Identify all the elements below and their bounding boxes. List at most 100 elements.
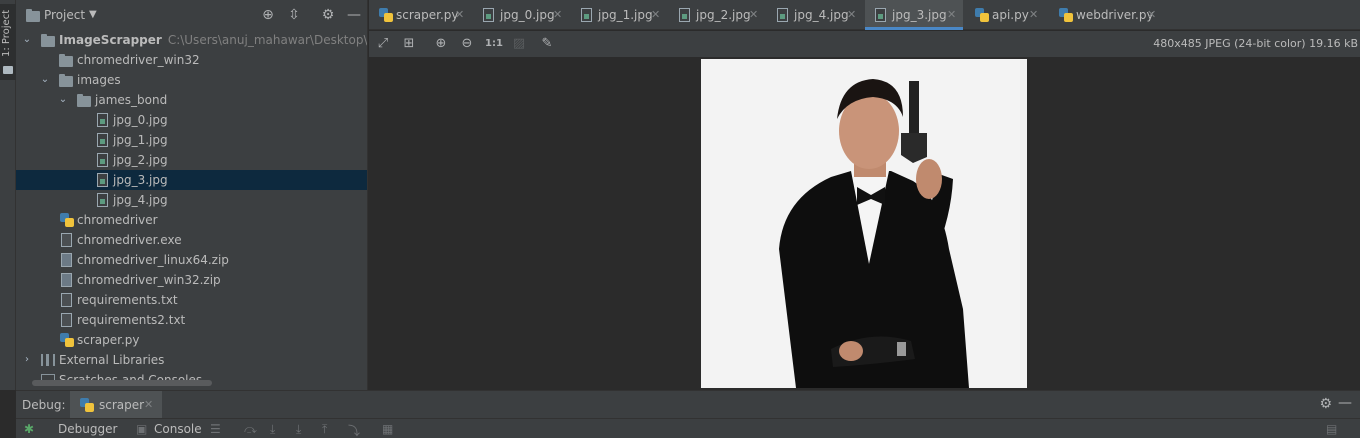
tab-label: scraper.py — [396, 8, 459, 22]
chevron-down-icon[interactable]: ▼ — [89, 9, 97, 20]
step-over-icon[interactable]: ⤼ — [244, 422, 257, 437]
console-icon: ▣ — [136, 422, 148, 436]
tree-item-label: External Libraries — [59, 353, 165, 367]
tree-item-label: chromedriver_linux64.zip — [77, 253, 229, 267]
tree-item-requirements2-txt[interactable]: requirements2.txt — [16, 310, 367, 330]
tree-item-label: jpg_3.jpg — [113, 173, 168, 187]
zoom-out-icon[interactable]: ⊖ — [459, 36, 475, 52]
tree-item-label: jpg_1.jpg — [113, 133, 168, 147]
tab-jpg-3[interactable]: jpg_3.jpg ✕ — [865, 0, 963, 30]
zip-file-icon — [61, 253, 72, 267]
tree-item-label: james_bond — [95, 93, 168, 107]
project-panel-header: Project ▼ ⊕ ⇳ ⚙ — — [16, 0, 367, 32]
tab-console[interactable]: Console — [154, 422, 202, 436]
close-icon[interactable]: ✕ — [455, 0, 464, 30]
tree-item-jpg-0[interactable]: jpg_0.jpg — [16, 110, 367, 130]
tree-item-jpg-2[interactable]: jpg_2.jpg — [16, 150, 367, 170]
chevron-down-icon[interactable]: ⌄ — [58, 90, 68, 110]
image-file-icon — [97, 133, 108, 147]
gear-icon[interactable]: ⚙ — [320, 7, 336, 23]
run-to-cursor-icon[interactable]: ⤵ — [348, 422, 360, 438]
minimize-icon[interactable]: — — [1338, 395, 1352, 411]
image-file-icon — [97, 153, 108, 167]
project-tool-window-label: 1: Project — [1, 10, 12, 58]
tree-item-jpg-4[interactable]: jpg_4.jpg — [16, 190, 367, 210]
tab-jpg-2[interactable]: jpg_2.jpg ✕ — [669, 0, 765, 30]
locate-icon[interactable]: ⊕ — [260, 7, 276, 23]
minimize-icon[interactable]: — — [346, 7, 362, 23]
background-icon[interactable]: ▨ — [511, 36, 527, 52]
tree-item-requirements-txt[interactable]: requirements.txt — [16, 290, 367, 310]
tab-debugger[interactable]: Debugger — [58, 422, 117, 436]
tab-webdriver-py[interactable]: webdriver.py ✕ — [1049, 0, 1161, 30]
chevron-right-icon[interactable]: › — [22, 350, 32, 370]
evaluate-icon[interactable]: ▦ — [382, 422, 393, 436]
close-icon[interactable]: ✕ — [847, 0, 856, 30]
bug-icon[interactable]: ✱ — [24, 422, 34, 436]
close-icon[interactable]: ✕ — [553, 0, 562, 30]
tab-jpg-0[interactable]: jpg_0.jpg ✕ — [473, 0, 569, 30]
close-icon[interactable]: ✕ — [651, 0, 660, 30]
close-icon[interactable]: ✕ — [1029, 0, 1038, 30]
tree-item-label: chromedriver_win32 — [77, 53, 200, 67]
menu-icon[interactable]: ☰ — [210, 422, 221, 436]
tree-item-label: chromedriver — [77, 213, 158, 227]
tab-jpg-1[interactable]: jpg_1.jpg ✕ — [571, 0, 667, 30]
tree-item-scraper-py[interactable]: scraper.py — [16, 330, 367, 350]
tree-item-jpg-1[interactable]: jpg_1.jpg — [16, 130, 367, 150]
python-file-icon — [60, 333, 74, 347]
tab-api-py[interactable]: api.py ✕ — [965, 0, 1045, 30]
tree-item-label: jpg_4.jpg — [113, 193, 168, 207]
close-icon[interactable]: ✕ — [947, 0, 956, 30]
debug-session-tab-scraper[interactable]: scraper ✕ — [70, 391, 162, 419]
project-path-hint: C:\Users\anuj_mahawar\Desktop\Python — [167, 33, 368, 47]
tab-scraper-py[interactable]: scraper.py ✕ — [369, 0, 469, 30]
tree-item-chromedriver[interactable]: chromedriver — [16, 210, 367, 230]
force-step-into-icon[interactable]: ⤓ — [296, 422, 301, 437]
python-file-icon — [80, 398, 94, 412]
tree-item-james-bond[interactable]: ⌄ james_bond — [16, 90, 367, 110]
grid-icon[interactable]: ⊞ — [401, 36, 417, 52]
tree-item-images[interactable]: ⌄ images — [16, 70, 367, 90]
image-file-icon — [875, 8, 886, 22]
tree-item-label: jpg_2.jpg — [113, 153, 168, 167]
chevron-down-icon[interactable]: ⌄ — [40, 70, 50, 90]
color-picker-icon[interactable]: ✎ — [539, 36, 555, 52]
folder-icon — [26, 9, 40, 22]
python-file-icon — [60, 213, 74, 227]
text-file-icon — [61, 313, 72, 327]
tree-item-label: requirements.txt — [77, 293, 178, 307]
image-file-icon — [777, 8, 788, 22]
tab-jpg-4[interactable]: jpg_4.jpg ✕ — [767, 0, 863, 30]
project-view-selector[interactable]: Project — [44, 8, 85, 22]
library-icon — [41, 354, 55, 366]
gear-icon[interactable]: ⚙ — [1319, 396, 1332, 412]
tree-item-jpg-3[interactable]: jpg_3.jpg — [16, 170, 367, 190]
collapse-all-icon[interactable]: ⇳ — [286, 7, 302, 23]
close-icon[interactable]: ✕ — [144, 398, 153, 411]
close-icon[interactable]: ✕ — [1147, 0, 1156, 30]
image-viewer-toolbar: ⤢ ⊞ ⊕ ⊖ 1:1 ▨ ✎ 480x485 JPEG (24-bit col… — [369, 31, 1360, 57]
tree-item-chromedriver-win32[interactable]: chromedriver_win32 — [16, 50, 367, 70]
chevron-down-icon[interactable]: ⌄ — [22, 30, 32, 50]
tab-label: jpg_4.jpg — [794, 8, 849, 22]
tree-item-chromedriver-win32-zip[interactable]: chromedriver_win32.zip — [16, 270, 367, 290]
step-into-icon[interactable]: ⤓ — [270, 422, 275, 437]
layout-icon[interactable]: ▤ — [1326, 422, 1337, 436]
folder-icon — [77, 94, 91, 107]
tab-label: jpg_1.jpg — [598, 8, 653, 22]
tree-item-imagescrapper[interactable]: ⌄ ImageScrapper C:\Users\anuj_mahawar\Des… — [16, 30, 368, 50]
zoom-in-icon[interactable]: ⊕ — [433, 36, 449, 52]
fit-to-window-icon[interactable]: ⤢ — [375, 36, 391, 52]
close-icon[interactable]: ✕ — [749, 0, 758, 30]
tree-item-external-libraries[interactable]: › External Libraries — [16, 350, 367, 370]
horizontal-scrollbar[interactable] — [32, 380, 212, 386]
project-tool-window-tab[interactable]: 1: Project — [0, 4, 16, 80]
tree-item-label: jpg_0.jpg — [113, 113, 168, 127]
actual-size-button[interactable]: 1:1 — [485, 36, 503, 52]
step-out-icon[interactable]: ⤒ — [322, 422, 327, 437]
tree-item-chromedriver-linux64-zip[interactable]: chromedriver_linux64.zip — [16, 250, 367, 270]
editor-tab-bar: scraper.py ✕ jpg_0.jpg ✕ jpg_1.jpg ✕ jpg… — [369, 0, 1360, 30]
tree-item-chromedriver-exe[interactable]: chromedriver.exe — [16, 230, 367, 250]
project-panel: Project ▼ ⊕ ⇳ ⚙ — ⌄ ImageScrapper C:\User… — [16, 0, 368, 390]
